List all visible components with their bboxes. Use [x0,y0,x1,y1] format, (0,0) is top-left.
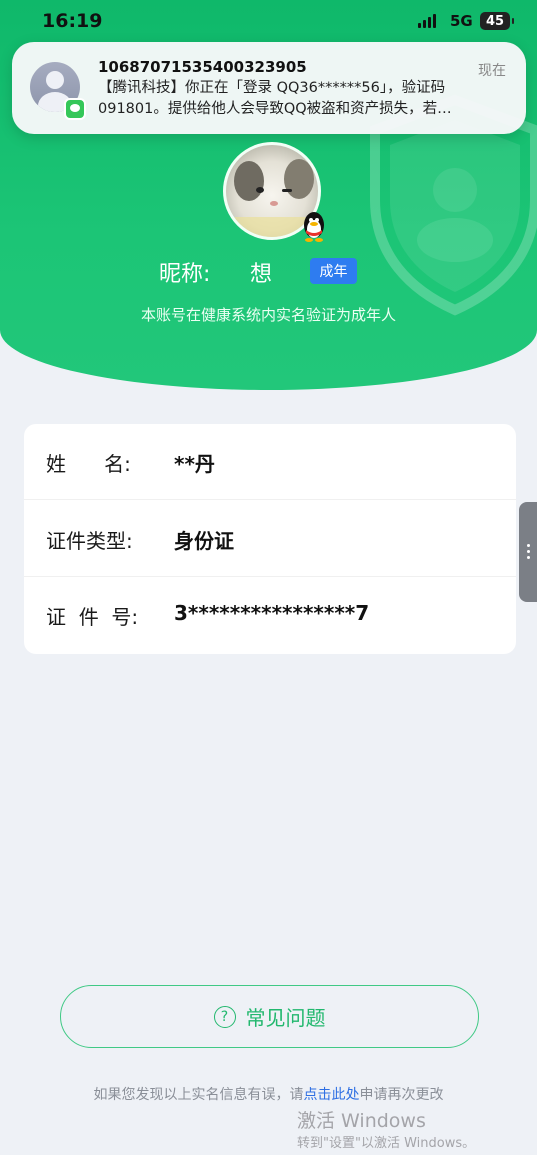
identity-info-card: 姓 名: **丹 证件类型: 身份证 证 件 号: 3*************… [24,424,516,654]
info-label: 证件类型: [46,529,133,553]
notification-line-2: 091801。提供给他人会导致QQ被盗和资产损失，若… [98,101,452,117]
footer-text-before: 如果您发现以上实名信息有误，请 [93,1087,304,1103]
info-row-id-type: 证件类型: 身份证 [24,501,516,577]
sms-notification[interactable]: 10687071535400323905 现在 【腾讯科技】你正在「登录 QQ3… [12,42,526,134]
status-bar: 16:19 5G 45 [0,0,537,44]
faq-button[interactable]: ? 常见问题 [60,985,479,1048]
change-request-link[interactable]: 点击此处 [304,1087,360,1103]
qq-penguin-icon [304,212,324,242]
info-row-id-number: 证 件 号: 3****************7 [24,577,516,653]
activation-watermark-title: 激活 Windows [297,1110,426,1132]
footer-note: 如果您发现以上实名信息有误，请点击此处申请再次更改 [0,1084,537,1104]
verification-note: 本账号在健康系统内实名验证为成年人 [140,306,396,324]
network-label: 5G [450,12,473,30]
question-icon: ? [213,1005,236,1028]
info-label: 证 件 号: [46,605,139,629]
battery-icon: 45 [480,12,514,30]
notification-time: 现在 [478,63,506,79]
notification-sender: 10687071535400323905 [98,58,307,76]
notification-line-1: 【腾讯科技】你正在「登录 QQ36******56」，验证码 [98,80,446,96]
info-label: 姓 名: [46,452,131,476]
info-row-name: 姓 名: **丹 [24,424,516,500]
footer-text-after: 申请再次更改 [359,1087,444,1103]
messages-app-icon [64,98,86,120]
nickname-label: 昵称: [159,262,211,287]
side-menu-handle[interactable] [519,502,537,602]
notification-body: 【腾讯科技】你正在「登录 QQ36******56」，验证码 091801。提供… [98,78,510,120]
signal-icon [418,14,436,28]
nickname-value: 想 [250,262,273,287]
adult-badge: 成年 [310,258,357,284]
status-time: 16:19 [42,10,103,32]
info-value: 3****************7 [174,601,370,625]
activation-watermark-subtitle: 转到"设置"以激活 Windows。 [297,1136,476,1151]
info-value: 身份证 [174,529,234,553]
info-value: **丹 [174,452,215,476]
faq-label: 常见问题 [245,1006,326,1030]
